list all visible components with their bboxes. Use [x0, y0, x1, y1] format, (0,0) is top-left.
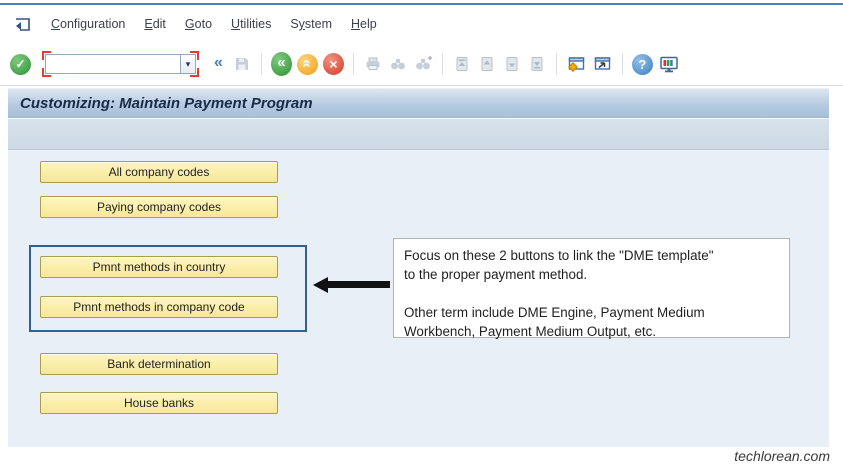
toolbar-separator: [260, 53, 262, 75]
customize-layout-button[interactable]: [658, 54, 680, 75]
watermark: techlorean.com: [734, 448, 830, 464]
create-shortcut-button[interactable]: [592, 54, 613, 74]
cancel-button[interactable]: ×: [322, 53, 344, 75]
highlight-box: [29, 245, 307, 332]
annotation-paragraph: Other term include DME Engine, Payment M…: [404, 305, 705, 339]
menu-bar: Configuration Edit Goto Utilities System…: [0, 5, 843, 43]
menu-label-key: E: [144, 17, 153, 31]
print-button[interactable]: [363, 54, 383, 74]
cancel-icon: ×: [322, 53, 344, 75]
menu-label-post: onfiguration: [60, 17, 126, 31]
toolbar-separator: [441, 53, 443, 75]
focus-corner-icon: [190, 68, 199, 77]
help-button[interactable]: ?: [631, 53, 653, 75]
help-icon: ?: [631, 53, 653, 75]
paying-company-codes-button[interactable]: Paying company codes: [40, 196, 278, 218]
menu-label-post: oto: [194, 17, 213, 31]
focus-corner-icon: [190, 51, 199, 60]
menu-goto[interactable]: Goto: [185, 17, 212, 31]
toolbar-separator: [555, 53, 557, 75]
house-banks-button[interactable]: House banks: [40, 392, 278, 414]
menu-label-key: H: [351, 17, 361, 31]
sap-screen: Customizing: Maintain Payment Program Al…: [8, 88, 829, 447]
create-shortcut-icon: [594, 57, 611, 70]
first-page-button[interactable]: [452, 54, 472, 74]
standard-toolbar: ✓ ▾ « « « × ?: [0, 43, 843, 86]
exit-button[interactable]: «: [296, 53, 318, 75]
find-button[interactable]: [388, 54, 408, 74]
save-button[interactable]: [232, 54, 252, 74]
focus-corner-icon: [42, 68, 51, 77]
previous-page-icon: [481, 57, 493, 71]
menu-label-pre: S: [290, 17, 299, 31]
find-next-button[interactable]: [413, 54, 433, 74]
annotation-paragraph: Focus on these 2 buttons to link the "DM…: [404, 248, 714, 282]
menu-system[interactable]: System: [290, 17, 332, 31]
new-session-button[interactable]: [566, 54, 587, 74]
system-menu-icon[interactable]: [12, 15, 32, 33]
first-page-icon: [456, 57, 468, 71]
menu-configuration[interactable]: Configuration: [51, 17, 125, 31]
menu-label-key: C: [51, 17, 61, 31]
all-company-codes-button[interactable]: All company codes: [40, 161, 278, 183]
application-toolbar: [8, 119, 829, 150]
focus-corner-icon: [42, 51, 51, 60]
menu-utilities[interactable]: Utilities: [231, 17, 271, 31]
customize-layout-icon: [660, 56, 678, 72]
back-icon: «: [270, 52, 292, 76]
toolbar-separator: [621, 53, 623, 75]
annotation-note: Focus on these 2 buttons to link the "DM…: [393, 238, 790, 339]
bank-determination-button[interactable]: Bank determination: [40, 353, 278, 375]
new-session-icon: [567, 57, 585, 72]
menu-label-key: G: [184, 17, 195, 31]
screen-title-bar: Customizing: Maintain Payment Program: [8, 88, 829, 118]
save-icon: [235, 58, 248, 70]
exit-glyph: «: [298, 58, 316, 68]
previous-page-button[interactable]: [477, 54, 497, 74]
content-area: All company codes Paying company codes P…: [8, 150, 829, 447]
enter-check-icon: ✓: [10, 53, 31, 75]
command-input[interactable]: [45, 54, 180, 74]
find-next-icon: [416, 56, 432, 70]
arrow-shaft: [328, 281, 390, 288]
page-title: Customizing: Maintain Payment Program: [20, 94, 313, 112]
system-menu-icon: [15, 17, 30, 31]
arrow-head-icon: [313, 276, 328, 293]
menu-label-post: tilities: [240, 17, 272, 31]
menu-label-post: stem: [304, 17, 333, 31]
back-button[interactable]: «: [270, 52, 292, 76]
command-field: ▾: [42, 51, 199, 77]
menu-edit[interactable]: Edit: [144, 17, 166, 31]
menu-help[interactable]: Help: [351, 17, 377, 31]
menu-label-post: elp: [360, 17, 377, 31]
annotation-arrow-icon: [313, 276, 390, 293]
exit-icon: «: [296, 53, 318, 75]
menu-label-post: dit: [152, 17, 166, 31]
last-page-button[interactable]: [527, 54, 547, 74]
toolbar-separator: [352, 53, 354, 75]
enter-button[interactable]: ✓: [10, 53, 31, 75]
collapse-field-icon[interactable]: «: [214, 54, 223, 72]
last-page-icon: [531, 57, 543, 71]
menu-label-key: U: [231, 17, 241, 31]
next-page-icon: [506, 57, 518, 71]
find-icon: [391, 59, 405, 70]
next-page-button[interactable]: [502, 54, 522, 74]
print-icon: [366, 57, 380, 70]
